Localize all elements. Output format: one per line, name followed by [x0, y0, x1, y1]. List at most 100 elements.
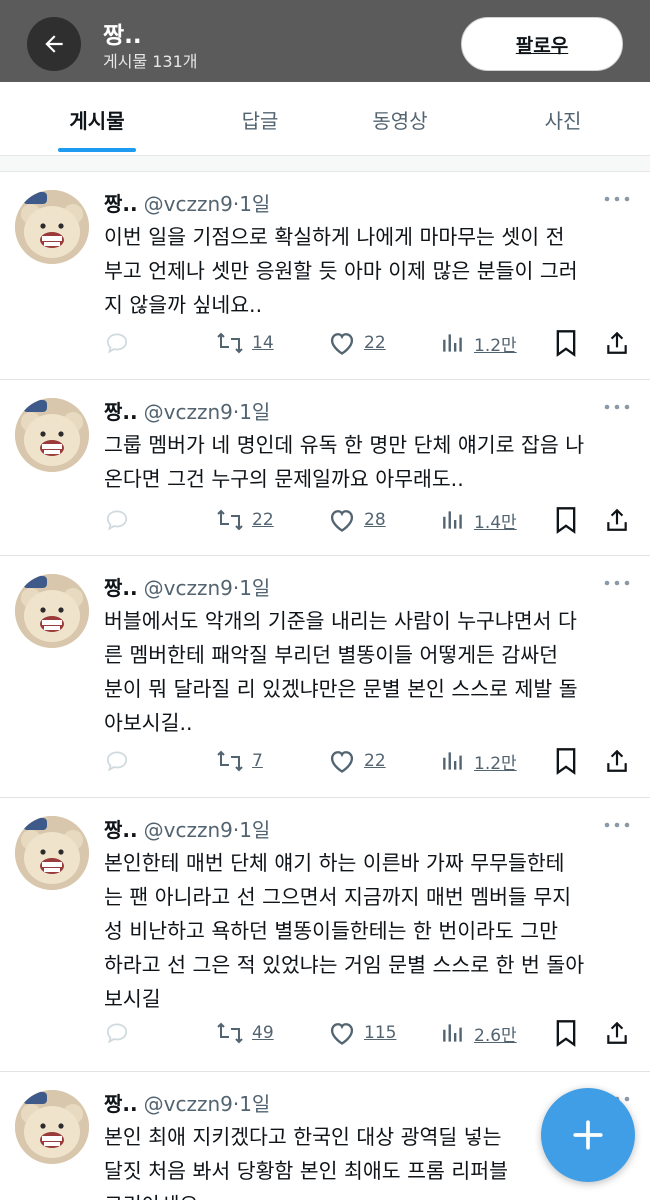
back-button[interactable]: [27, 17, 81, 71]
views-button[interactable]: 1.2만: [440, 746, 517, 776]
bear-avatar-image: [15, 190, 89, 264]
retweet-button[interactable]: 49: [216, 1018, 274, 1048]
share-button[interactable]: [604, 328, 630, 358]
bear-avatar-image: [15, 574, 89, 648]
profile-tabs: 게시물 답글 동영상 사진: [0, 82, 650, 156]
post-text-line: 는 팬 아니라고 선 그으면서 지금까지 매번 멤버들 무지: [104, 885, 572, 909]
tab-replies[interactable]: 답글: [205, 82, 315, 156]
reply-icon: [106, 510, 128, 531]
retweet-button[interactable]: 22: [216, 505, 274, 535]
like-button[interactable]: 22: [328, 746, 386, 776]
author-name[interactable]: 짱..: [104, 400, 138, 424]
more-icon[interactable]: [602, 402, 632, 412]
bookmark-icon: [556, 330, 576, 357]
more-icon[interactable]: [602, 578, 632, 588]
post-item[interactable]: 짱.. @vczzn9·1일 본인한테 매번 단체 얘기 하는 이른바 가짜 무무…: [0, 798, 650, 1072]
author-name[interactable]: 짱..: [104, 1092, 138, 1116]
heart-icon: [330, 510, 354, 532]
post-time[interactable]: 1일: [239, 192, 270, 216]
post-item[interactable]: 짱.. @vczzn9·1일 버블에서도 악개의 기준을 내리는 사람이 누구냐면…: [0, 556, 650, 798]
retweet-count: 7: [252, 751, 263, 771]
avatar[interactable]: [15, 1090, 89, 1164]
like-count: 22: [364, 751, 386, 771]
views-button[interactable]: 1.2만: [440, 328, 517, 358]
like-button[interactable]: 115: [328, 1018, 396, 1048]
view-count: 1.2만: [474, 753, 517, 774]
post-text-line: 부고 언제나 셋만 응원할 듯 아마 이제 많은 분들이 그러: [104, 259, 578, 283]
share-button[interactable]: [604, 505, 630, 535]
active-tab-indicator: [58, 148, 136, 152]
share-button[interactable]: [604, 746, 630, 776]
retweet-count: 49: [252, 1023, 274, 1043]
post-text: 본인한테 매번 단체 얘기 하는 이른바 가짜 무무들한테 는 팬 아니라고 선…: [104, 846, 644, 1016]
bear-avatar-image: [15, 1090, 89, 1164]
avatar[interactable]: [15, 398, 89, 472]
retweet-icon: [217, 332, 243, 354]
bookmark-button[interactable]: [554, 505, 578, 535]
share-icon: [607, 331, 627, 354]
post-header: 짱.. @vczzn9·1일: [104, 572, 270, 601]
like-button[interactable]: 28: [328, 505, 386, 535]
tab-posts[interactable]: 게시물: [40, 82, 154, 156]
compose-button[interactable]: [541, 1088, 635, 1182]
author-handle[interactable]: @vczzn9: [144, 818, 233, 842]
bear-avatar-image: [15, 816, 89, 890]
post-time[interactable]: 1일: [239, 400, 270, 424]
profile-name: 짱..: [103, 23, 142, 49]
post-text-line: 온다면 그건 누구의 문제일까요 아무래도..: [104, 467, 464, 491]
retweet-count: 22: [252, 510, 274, 530]
retweet-icon: [217, 750, 243, 772]
views-icon: [443, 334, 462, 352]
tab-videos[interactable]: 동영상: [345, 82, 455, 156]
author-name[interactable]: 짱..: [104, 192, 138, 216]
author-name[interactable]: 짱..: [104, 818, 138, 842]
reply-button[interactable]: [104, 746, 130, 776]
more-icon[interactable]: [602, 820, 632, 830]
author-handle[interactable]: @vczzn9: [144, 1092, 233, 1116]
like-button[interactable]: 22: [328, 328, 386, 358]
post-text-line: 른 멤버한테 패악질 부리던 별똥이들 어떻게든 감싸던: [104, 643, 559, 667]
bookmark-button[interactable]: [554, 1018, 578, 1048]
post-time[interactable]: 1일: [239, 576, 270, 600]
post-time[interactable]: 1일: [239, 1092, 270, 1116]
profile-header: 짱.. 게시물 131개 팔로우: [0, 0, 650, 82]
post-text-line: 성 비난하고 욕하던 별똥이들한테는 한 번이라도 그만: [104, 919, 559, 943]
feed-divider: [0, 156, 650, 172]
heart-icon: [330, 333, 354, 355]
tab-photos[interactable]: 사진: [508, 82, 618, 156]
reply-button[interactable]: [104, 505, 130, 535]
views-button[interactable]: 2.6만: [440, 1018, 517, 1048]
bookmark-button[interactable]: [554, 328, 578, 358]
retweet-button[interactable]: 14: [216, 328, 274, 358]
author-handle[interactable]: @vczzn9: [144, 576, 233, 600]
avatar[interactable]: [15, 816, 89, 890]
post-text-line: 본인한테 매번 단체 얘기 하는 이른바 가짜 무무들한테: [104, 851, 565, 875]
views-button[interactable]: 1.4만: [440, 505, 517, 535]
share-icon: [607, 508, 627, 531]
retweet-button[interactable]: 7: [216, 746, 263, 776]
more-icon[interactable]: [602, 194, 632, 204]
follow-button[interactable]: 팔로우: [461, 17, 623, 71]
avatar[interactable]: [15, 190, 89, 264]
reply-button[interactable]: [104, 328, 130, 358]
avatar[interactable]: [15, 574, 89, 648]
post-item[interactable]: 짱.. @vczzn9·1일 이번 일을 기점으로 확실하게 나에게 마마무는 셋…: [0, 172, 650, 380]
post-time[interactable]: 1일: [239, 818, 270, 842]
like-count: 22: [364, 333, 386, 353]
author-handle[interactable]: @vczzn9: [144, 192, 233, 216]
share-button[interactable]: [604, 1018, 630, 1048]
bookmark-button[interactable]: [554, 746, 578, 776]
post-text: 그룹 멤버가 네 명인데 유독 한 명만 단체 얘기로 잡음 나 온다면 그건 …: [104, 428, 644, 496]
post-text-line: 보시길: [104, 987, 161, 1011]
author-name[interactable]: 짱..: [104, 576, 138, 600]
post-actions: 14 22 1.2만: [104, 328, 644, 358]
post-item[interactable]: 짱.. @vczzn9·1일 그룹 멤버가 네 명인데 유독 한 명만 단체 얘기…: [0, 380, 650, 556]
post-text-line: 이번 일을 기점으로 확실하게 나에게 마마무는 셋이 전: [104, 225, 565, 249]
heart-icon: [330, 751, 354, 773]
share-icon: [607, 749, 627, 772]
reply-button[interactable]: [104, 1018, 130, 1048]
post-actions: 22 28 1.4만: [104, 505, 644, 535]
post-text-line: 버블에서도 악개의 기준을 내리는 사람이 누구냐면서 다: [104, 609, 577, 633]
post-header: 짱.. @vczzn9·1일: [104, 396, 270, 425]
author-handle[interactable]: @vczzn9: [144, 400, 233, 424]
